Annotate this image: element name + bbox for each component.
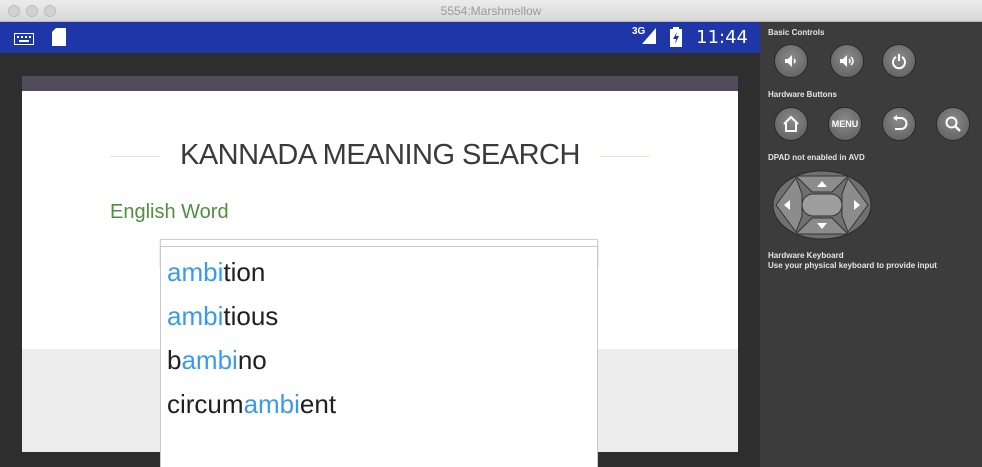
suggestion-prefix: circum [167, 389, 244, 419]
sd-card-icon [52, 28, 66, 51]
home-button[interactable] [774, 107, 808, 141]
power-button[interactable] [882, 44, 916, 78]
heading-row: KANNADA MEANING SEARCH [110, 139, 650, 173]
suggestion-suffix: ent [299, 389, 337, 419]
suggestion-suffix: tion [223, 257, 266, 287]
suggestion-match: ambi [181, 345, 238, 375]
basic-controls-label: Basic Controls [768, 28, 825, 37]
window-title: 5554:Marshmellow [440, 4, 542, 18]
back-icon [893, 115, 908, 130]
volume-up-icon [840, 55, 854, 67]
hardware-buttons-label: Hardware Buttons [768, 90, 837, 99]
suggestion-suffix: tious [223, 301, 279, 331]
volume-up-button[interactable] [830, 44, 864, 78]
suggestion-match: ambi [167, 301, 224, 331]
dpad-control [772, 170, 872, 240]
heading-divider-right [600, 156, 650, 157]
suggestion-item[interactable]: circumambient [161, 379, 597, 423]
suggestion-suffix: no [237, 345, 267, 375]
search-button[interactable] [936, 107, 970, 141]
suggestion-item[interactable]: ambitious [161, 291, 597, 335]
home-icon [783, 115, 799, 132]
dpad-center[interactable] [801, 193, 843, 217]
status-time: 11:44 [696, 27, 748, 48]
search-icon [945, 116, 961, 132]
app-action-bar [22, 76, 738, 91]
suggestion-match: ambi [243, 389, 300, 419]
english-word-label: English Word [110, 201, 229, 223]
back-button[interactable] [882, 107, 916, 141]
suggestion-match: ambi [167, 257, 224, 287]
window-titlebar: 5554:Marshmellow [0, 0, 982, 22]
volume-down-icon [785, 55, 796, 67]
heading-divider-left [110, 156, 160, 157]
power-icon [892, 54, 906, 70]
menu-button[interactable]: MENU [828, 107, 862, 141]
suggestion-prefix: b [167, 345, 182, 375]
android-status-bar: 3G 11:44 [0, 22, 760, 53]
suggestion-item[interactable]: bambino [161, 335, 597, 379]
suggestion-item[interactable]: ambition [161, 247, 597, 291]
page-title: KANNADA MEANING SEARCH [180, 139, 580, 171]
dpad-note: DPAD not enabled in AVD [768, 153, 865, 162]
emulator-control-panel: Basic Controls Hardware Buttons MENU DPA… [760, 22, 982, 467]
keyboard-icon [14, 32, 34, 50]
hardware-keyboard-title: Hardware Keyboard [768, 251, 844, 260]
battery-icon [670, 27, 682, 52]
autocomplete-dropdown: ambition ambitious bambino circumambient [160, 246, 598, 467]
signal-icon [642, 28, 656, 49]
volume-down-button[interactable] [774, 44, 808, 78]
hardware-keyboard-note: Use your physical keyboard to provide in… [768, 261, 937, 270]
